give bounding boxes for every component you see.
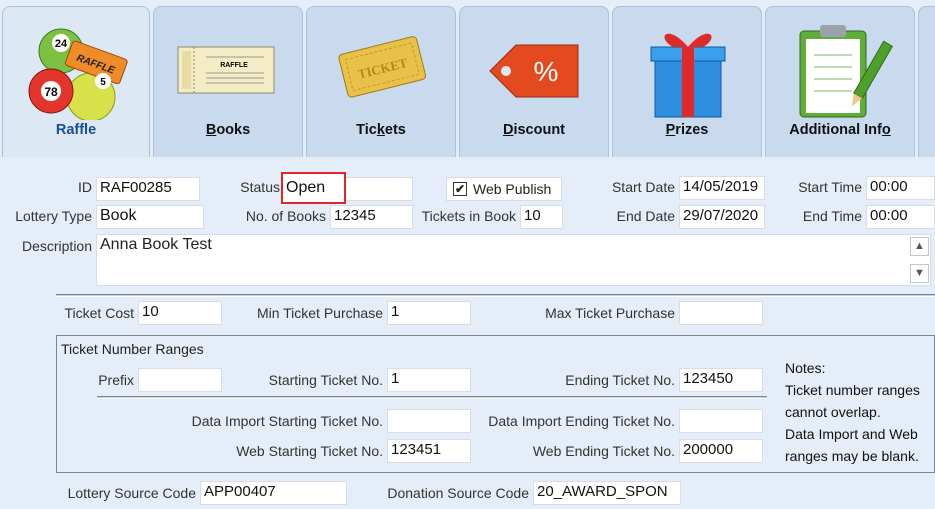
ranges-separator	[97, 396, 767, 399]
ending-ticket-label: Ending Ticket No.	[565, 372, 675, 388]
start-time-label: Start Time	[798, 179, 862, 195]
tab-raffle[interactable]: 24 78 RAFFLE 5 Raffle	[2, 6, 150, 157]
ticket-ranges-title: Ticket Number Ranges	[61, 341, 204, 357]
data-import-start-label: Data Import Starting Ticket No.	[191, 413, 383, 429]
tab-tickets[interactable]: TICKET Tickets	[306, 6, 456, 157]
id-field[interactable]: RAF00285	[96, 177, 200, 201]
tab-prizes-label: Prizes	[665, 122, 709, 138]
tab-prizes[interactable]: Prizes	[612, 6, 762, 157]
svg-text:RAFFLE: RAFFLE	[220, 62, 248, 69]
num-books-field[interactable]: 12345	[330, 205, 413, 229]
end-time-field[interactable]: 00:00	[866, 205, 935, 229]
notes-line: Ticket number ranges	[785, 382, 920, 398]
tab-more[interactable]	[918, 6, 935, 157]
tab-tickets-label: Tickets	[356, 122, 406, 138]
web-start-field[interactable]: 123451	[387, 439, 471, 463]
min-purchase-field[interactable]: 1	[387, 301, 471, 325]
gift-box-icon	[613, 15, 761, 120]
svg-text:5: 5	[100, 77, 106, 88]
min-purchase-label: Min Ticket Purchase	[256, 305, 383, 321]
scroll-up-icon[interactable]: ▲	[910, 237, 929, 256]
starting-ticket-field[interactable]: 1	[387, 368, 471, 392]
tab-books-label: Books	[205, 122, 251, 138]
raffle-balls-icon: 24 78 RAFFLE 5	[3, 15, 149, 122]
separator	[56, 294, 935, 297]
web-end-field[interactable]: 200000	[679, 439, 763, 463]
svg-text:24: 24	[55, 38, 68, 50]
start-time-field[interactable]: 00:00	[866, 176, 935, 200]
donation-source-field[interactable]: 20_AWARD_SPON	[533, 481, 681, 505]
svg-text:78: 78	[44, 85, 58, 99]
discount-tag-icon: %	[460, 15, 608, 120]
lottery-source-label: Lottery Source Code	[67, 485, 196, 501]
start-date-label: Start Date	[611, 179, 675, 195]
tab-bar: 24 78 RAFFLE 5 Raffle RAFFLE Books TICKE…	[0, 0, 935, 157]
starting-ticket-label: Starting Ticket No.	[268, 372, 383, 388]
lottery-type-field[interactable]: Book	[96, 205, 204, 229]
description-textarea[interactable]: Anna Book Test	[96, 234, 931, 286]
max-purchase-label: Max Ticket Purchase	[545, 305, 675, 321]
lottery-source-field[interactable]: APP00407	[200, 481, 347, 505]
prefix-label: Prefix	[98, 372, 134, 388]
tab-discount[interactable]: % Discount	[459, 6, 609, 157]
notes-line: Notes:	[785, 360, 826, 376]
tab-discount-label: Discount	[502, 122, 566, 138]
status-field-extension[interactable]	[345, 177, 413, 201]
notes: Notes: Ticket number ranges cannot overl…	[785, 357, 935, 467]
notes-line: ranges may be blank.	[785, 448, 919, 464]
end-date-label: End Date	[616, 208, 675, 224]
tab-raffle-label: Raffle	[55, 122, 97, 138]
start-date-field[interactable]: 14/05/2019	[679, 176, 765, 200]
tab-additional-info[interactable]: Additional Info	[765, 6, 915, 157]
donation-source-label: Donation Source Code	[387, 485, 529, 501]
web-publish-checkbox[interactable]: ✔	[453, 182, 467, 196]
web-start-label: Web Starting Ticket No.	[236, 443, 383, 459]
end-time-label: End Time	[802, 208, 862, 224]
web-publish-label: Web Publish	[473, 181, 552, 197]
scroll-down-icon[interactable]: ▼	[910, 264, 929, 283]
prefix-field[interactable]	[138, 368, 222, 392]
notes-line: cannot overlap.	[785, 404, 881, 420]
tickets-in-book-label: Tickets in Book	[421, 208, 516, 224]
ticket-icon: TICKET	[307, 15, 455, 120]
id-label: ID	[78, 179, 92, 195]
svg-text:%: %	[534, 56, 559, 87]
lottery-type-label: Lottery Type	[15, 208, 92, 224]
status-label: Status	[240, 179, 280, 195]
tab-books[interactable]: RAFFLE Books	[153, 6, 303, 157]
data-import-start-field[interactable]	[387, 409, 471, 433]
num-books-label: No. of Books	[245, 208, 326, 224]
clipboard-icon	[766, 15, 914, 120]
ticket-cost-label: Ticket Cost	[64, 305, 135, 321]
tickets-in-book-field[interactable]: 10	[520, 205, 563, 229]
data-import-end-label: Data Import Ending Ticket No.	[488, 413, 675, 429]
status-field[interactable]: Open	[281, 172, 346, 204]
raffle-book-icon: RAFFLE	[154, 15, 302, 120]
max-purchase-field[interactable]	[679, 301, 763, 325]
notes-line: Data Import and Web	[785, 426, 918, 442]
description-label: Description	[21, 238, 92, 254]
data-import-end-field[interactable]	[679, 409, 763, 433]
end-date-field[interactable]: 29/07/2020	[679, 205, 765, 229]
ending-ticket-field[interactable]: 123450	[679, 368, 763, 392]
ticket-cost-field[interactable]: 10	[138, 301, 222, 325]
tab-additional-info-label: Additional Info	[789, 122, 891, 138]
web-end-label: Web Ending Ticket No.	[532, 443, 675, 459]
